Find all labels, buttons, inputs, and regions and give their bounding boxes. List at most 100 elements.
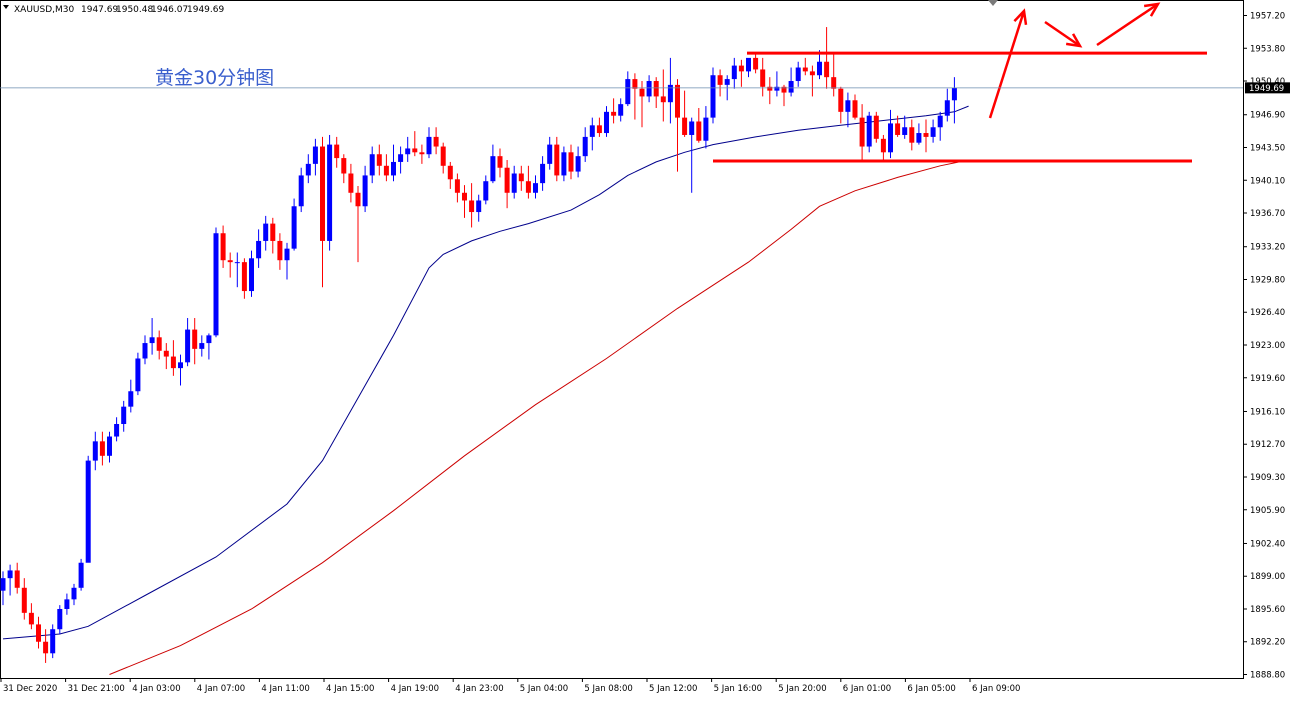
candle-body: [817, 61, 822, 76]
candle-body: [355, 192, 361, 207]
x-tick-label: 4 Jan 23:00: [455, 684, 503, 694]
high-value: 1950.48: [116, 5, 153, 15]
candle-body: [241, 262, 247, 292]
candle-body: [738, 65, 744, 72]
candle-body: [589, 125, 595, 137]
candle-body: [21, 587, 27, 613]
candle-body: [518, 173, 524, 182]
candle-body: [327, 144, 333, 241]
candle-body: [220, 233, 226, 261]
candle-body: [802, 67, 808, 72]
y-tick-label: 1933.20: [1250, 243, 1285, 253]
y-tick-label: 1888.80: [1250, 671, 1285, 681]
candle-body: [646, 81, 652, 97]
y-tick-label: 1923.00: [1250, 341, 1285, 351]
x-tick-label: 6 Jan 05:00: [907, 684, 955, 694]
candle-body: [675, 84, 680, 118]
candle-body: [291, 206, 297, 249]
candle-body: [604, 111, 609, 134]
candle-body: [256, 240, 262, 259]
candle-body: [50, 629, 56, 654]
y-tick-label: 1912.70: [1250, 440, 1285, 450]
candle-body: [433, 136, 439, 147]
y-tick-label: 1943.50: [1250, 143, 1285, 153]
candle-body: [57, 608, 63, 630]
x-tick-label: 4 Jan 03:00: [132, 684, 180, 694]
candle-body: [36, 624, 41, 642]
candle-body: [185, 329, 191, 363]
candle-body: [405, 148, 411, 155]
candle-body: [653, 81, 659, 97]
candle-body: [504, 167, 510, 193]
candle-body: [611, 111, 617, 116]
candle-body: [951, 87, 957, 101]
candle-body: [412, 148, 418, 153]
candle-body: [909, 127, 915, 143]
x-tick-label: 5 Jan 12:00: [649, 684, 697, 694]
chart-window: 1957.20 1953.80 1950.40 1946.90 1943.50 1940.…: [0, 0, 1295, 699]
candle-body: [369, 154, 375, 176]
candle-body: [447, 165, 453, 180]
candle-body: [888, 123, 893, 153]
candle-body: [859, 117, 865, 147]
candle-body: [930, 127, 936, 137]
candle-body: [795, 67, 801, 82]
candle-body: [760, 69, 766, 87]
candle-body: [902, 127, 908, 135]
candle-body: [28, 612, 34, 625]
candle-body: [234, 262, 240, 264]
current-price-label: 1949.69: [1249, 84, 1284, 94]
candle-body: [866, 115, 872, 147]
candle-body: [128, 391, 134, 407]
x-tick-label: 5 Jan 20:00: [778, 684, 826, 694]
y-tick-label: 1929.80: [1250, 275, 1285, 285]
candle-body: [533, 183, 538, 193]
candle-body: [440, 146, 446, 166]
candle-body: [85, 460, 91, 563]
y-tick-label: 1919.60: [1250, 374, 1285, 384]
candle-body: [270, 223, 276, 241]
candle-body: [426, 136, 432, 155]
y-tick-label: 1916.10: [1250, 407, 1285, 417]
y-tick-label: 1953.80: [1250, 44, 1285, 54]
candle-body: [277, 240, 283, 261]
y-tick-label: 1905.90: [1250, 506, 1285, 516]
chart-annotation: 黄金30分钟图: [155, 67, 274, 89]
candle-body: [618, 104, 624, 116]
candle-body: [249, 258, 254, 292]
candle-body: [746, 57, 751, 72]
x-tick-label: 4 Jan 15:00: [326, 684, 374, 694]
y-tick-label: 1936.70: [1250, 209, 1285, 219]
price-chart[interactable]: 1957.201953.801950.401946.901943.501940.…: [0, 0, 1295, 699]
candle-body: [582, 136, 588, 157]
candle-body: [845, 100, 851, 112]
candle-body: [703, 117, 709, 141]
candle-body: [199, 343, 205, 349]
candle-body: [710, 75, 716, 118]
candle-body: [476, 200, 482, 213]
y-tick-label: 1899.00: [1250, 572, 1285, 582]
candle-body: [192, 329, 198, 349]
candle-body: [596, 125, 602, 134]
candle-body: [923, 133, 929, 137]
candle-body: [170, 356, 176, 369]
y-tick-label: 1926.40: [1250, 308, 1285, 318]
candle-body: [880, 138, 886, 153]
candle-body: [121, 406, 127, 425]
candle-body: [852, 100, 858, 118]
candle-body: [895, 123, 901, 135]
candle-body: [809, 71, 815, 76]
y-tick-label: 1902.40: [1250, 539, 1285, 549]
candle-body: [568, 152, 574, 172]
x-tick-label: 5 Jan 08:00: [584, 684, 632, 694]
candle-body: [376, 154, 382, 166]
candle-body: [767, 86, 773, 91]
candle-body: [554, 144, 560, 176]
y-tick-label: 1946.90: [1250, 111, 1285, 121]
candle-body: [490, 156, 496, 182]
candle-body: [320, 146, 325, 241]
candle-body: [682, 117, 688, 135]
candle-body: [362, 175, 368, 207]
candle-body: [575, 156, 581, 172]
x-tick-label: 6 Jan 09:00: [972, 684, 1020, 694]
